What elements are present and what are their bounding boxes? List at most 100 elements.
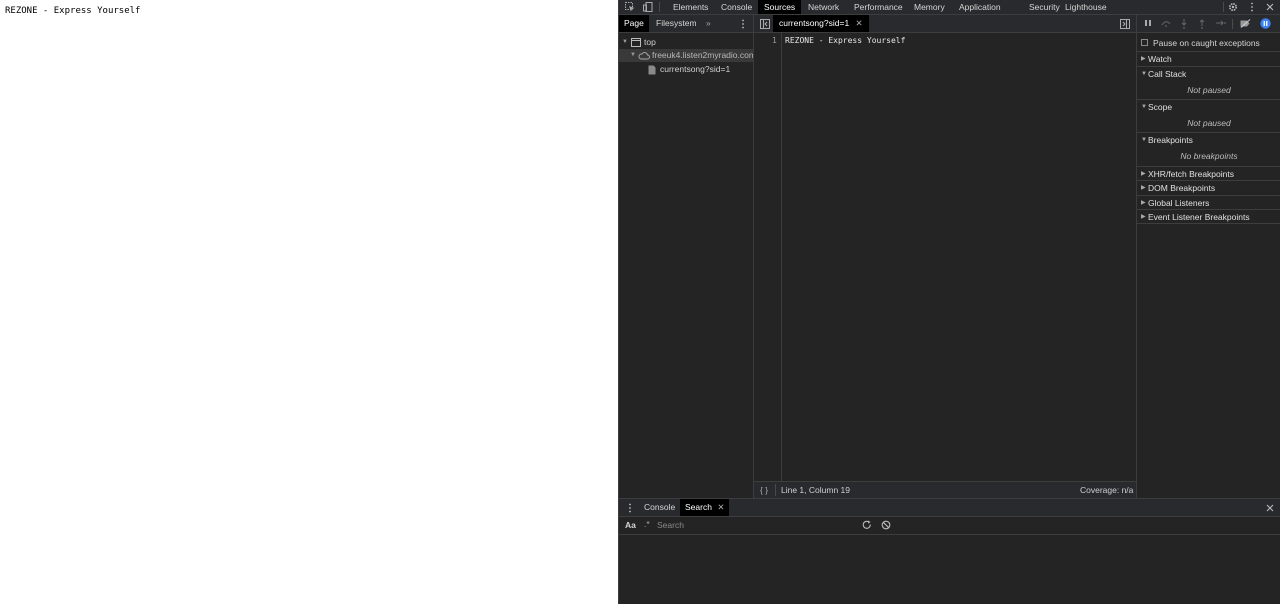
cursor-position: Line 1, Column 19 <box>781 485 850 495</box>
pretty-print-button[interactable]: { } <box>760 482 768 498</box>
devtools-drawer: Console Search ✕ Aa .* <box>619 498 1280 604</box>
section-scope[interactable]: ▼ Scope <box>1137 99 1280 113</box>
editor-file-tab[interactable]: currentsong?sid=1 ✕ <box>773 15 869 32</box>
sources-editor: currentsong?sid=1 ✕ 1 REZONE - Express Y… <box>754 15 1137 498</box>
tab-application[interactable]: Application <box>953 0 1007 14</box>
pause-on-caught-checkbox[interactable] <box>1141 39 1148 46</box>
status-divider <box>775 484 776 496</box>
toggle-debugger-icon[interactable] <box>1120 19 1130 31</box>
line-number-gutter <box>754 33 782 481</box>
debugger-toolbar <box>1137 15 1280 33</box>
devtools-panel: Elements Console Sources Network Perform… <box>618 0 1280 604</box>
tree-item-top[interactable]: ▼ top <box>619 36 753 49</box>
step-over-icon[interactable] <box>1161 19 1171 29</box>
expanded-arrow-icon: ▼ <box>1141 137 1147 143</box>
devtools-main-toolbar: Elements Console Sources Network Perform… <box>619 0 1280 15</box>
navigator-menu-icon[interactable] <box>738 19 748 29</box>
code-line[interactable]: REZONE - Express Yourself <box>785 36 905 45</box>
deactivate-breakpoints-icon[interactable] <box>1240 19 1251 29</box>
regex-button[interactable]: .* <box>644 519 650 529</box>
match-case-button[interactable]: Aa <box>625 520 636 530</box>
drawer-menu-icon[interactable] <box>625 503 635 513</box>
expand-arrow-icon: ▼ <box>622 39 628 45</box>
step-out-icon[interactable] <box>1197 19 1207 29</box>
more-tabs-icon[interactable]: » <box>701 15 716 32</box>
drawer-tab-console[interactable]: Console <box>639 499 680 516</box>
refresh-icon[interactable] <box>862 520 872 532</box>
page-text: REZONE - Express Yourself <box>5 6 141 16</box>
collapsed-arrow-icon: ▶ <box>1141 171 1146 177</box>
editor-tabs: currentsong?sid=1 ✕ <box>754 15 1136 33</box>
search-input[interactable] <box>655 519 849 531</box>
editor-file-tab-label: currentsong?sid=1 <box>779 18 850 28</box>
sources-navigator: Page Filesystem » ▼ top ▼ freeuk4.listen… <box>619 15 754 498</box>
toolbar-divider <box>1232 19 1233 29</box>
tree-item-domain[interactable]: ▼ freeuk4.listen2myradio.com:1 <box>619 49 753 62</box>
section-scope-label: Scope <box>1148 102 1173 112</box>
drawer-tab-search[interactable]: Search ✕ <box>680 499 730 516</box>
debugger-sidebar: Pause on caught exceptions ▶ Watch ▼ Cal… <box>1137 15 1280 498</box>
section-dom-breakpoints[interactable]: ▶ DOM Breakpoints <box>1137 180 1280 194</box>
tab-page[interactable]: Page <box>619 15 649 32</box>
breakpoints-empty: No breakpoints <box>1180 151 1238 161</box>
line-number: 1 <box>772 36 777 45</box>
call-stack-empty: Not paused <box>1187 85 1231 95</box>
pause-on-exceptions-icon[interactable] <box>1260 18 1271 31</box>
page-viewport: REZONE - Express Yourself <box>0 0 618 604</box>
section-call-stack[interactable]: ▼ Call Stack <box>1137 66 1280 80</box>
search-toolbar: Aa .* <box>619 517 1280 535</box>
more-options-icon[interactable] <box>1247 2 1257 12</box>
collapsed-arrow-icon: ▶ <box>1141 56 1146 62</box>
toolbar-divider <box>1223 2 1224 12</box>
frame-icon <box>631 38 641 49</box>
expanded-arrow-icon: ▼ <box>1141 104 1147 110</box>
section-divider <box>1137 223 1280 224</box>
section-global-label: Global Listeners <box>1148 198 1210 208</box>
device-toolbar-icon[interactable] <box>643 2 653 12</box>
expanded-arrow-icon: ▼ <box>1141 71 1147 77</box>
cloud-icon <box>638 51 650 62</box>
tab-lighthouse[interactable]: Lighthouse <box>1059 0 1113 14</box>
close-drawer-icon[interactable] <box>1265 503 1275 513</box>
section-xhr-breakpoints[interactable]: ▶ XHR/fetch Breakpoints <box>1137 166 1280 180</box>
tab-filesystem[interactable]: Filesystem <box>651 15 702 32</box>
tree-label-domain: freeuk4.listen2myradio.com:1 <box>652 50 753 60</box>
collapsed-arrow-icon: ▶ <box>1141 200 1146 206</box>
tree-item-file[interactable]: currentsong?sid=1 <box>619 63 753 76</box>
section-breakpoints-label: Breakpoints <box>1148 135 1193 145</box>
drawer-tab-search-label: Search <box>685 502 712 512</box>
close-tab-icon[interactable]: ✕ <box>856 18 863 28</box>
section-call-stack-label: Call Stack <box>1148 69 1187 79</box>
pause-icon[interactable] <box>1143 19 1153 29</box>
section-dom-label: DOM Breakpoints <box>1148 183 1216 193</box>
tab-console[interactable]: Console <box>715 0 758 14</box>
expand-arrow-icon: ▼ <box>630 52 636 58</box>
close-tab-icon[interactable]: ✕ <box>717 502 724 512</box>
step-into-icon[interactable] <box>1179 19 1189 29</box>
tab-performance[interactable]: Performance <box>848 0 909 14</box>
coverage-status[interactable]: Coverage: n/a <box>1080 482 1133 498</box>
section-event-label: Event Listener Breakpoints <box>1148 212 1250 222</box>
step-icon[interactable] <box>1216 19 1226 29</box>
tree-label-top: top <box>644 37 656 47</box>
navigator-tabs: Page Filesystem » <box>619 15 753 33</box>
tree-label-file: currentsong?sid=1 <box>660 64 731 74</box>
file-icon <box>648 65 656 76</box>
tab-sources[interactable]: Sources <box>758 0 802 14</box>
toggle-navigator-icon[interactable] <box>760 19 770 31</box>
inspect-element-icon[interactable] <box>625 2 635 12</box>
tab-elements[interactable]: Elements <box>667 0 714 14</box>
toolbar-divider <box>659 2 660 12</box>
tab-memory[interactable]: Memory <box>908 0 951 14</box>
gear-icon[interactable] <box>1228 2 1238 12</box>
close-icon[interactable] <box>1265 2 1275 12</box>
tab-network[interactable]: Network <box>802 0 845 14</box>
section-global-listeners[interactable]: ▶ Global Listeners <box>1137 195 1280 209</box>
section-xhr-label: XHR/fetch Breakpoints <box>1148 169 1234 179</box>
section-watch[interactable]: ▶ Watch <box>1137 51 1280 65</box>
collapsed-arrow-icon: ▶ <box>1141 214 1146 220</box>
section-event-listener-breakpoints[interactable]: ▶ Event Listener Breakpoints <box>1137 209 1280 223</box>
clear-icon[interactable] <box>881 520 891 532</box>
pause-on-caught-label: Pause on caught exceptions <box>1153 38 1260 48</box>
section-breakpoints[interactable]: ▼ Breakpoints <box>1137 132 1280 146</box>
